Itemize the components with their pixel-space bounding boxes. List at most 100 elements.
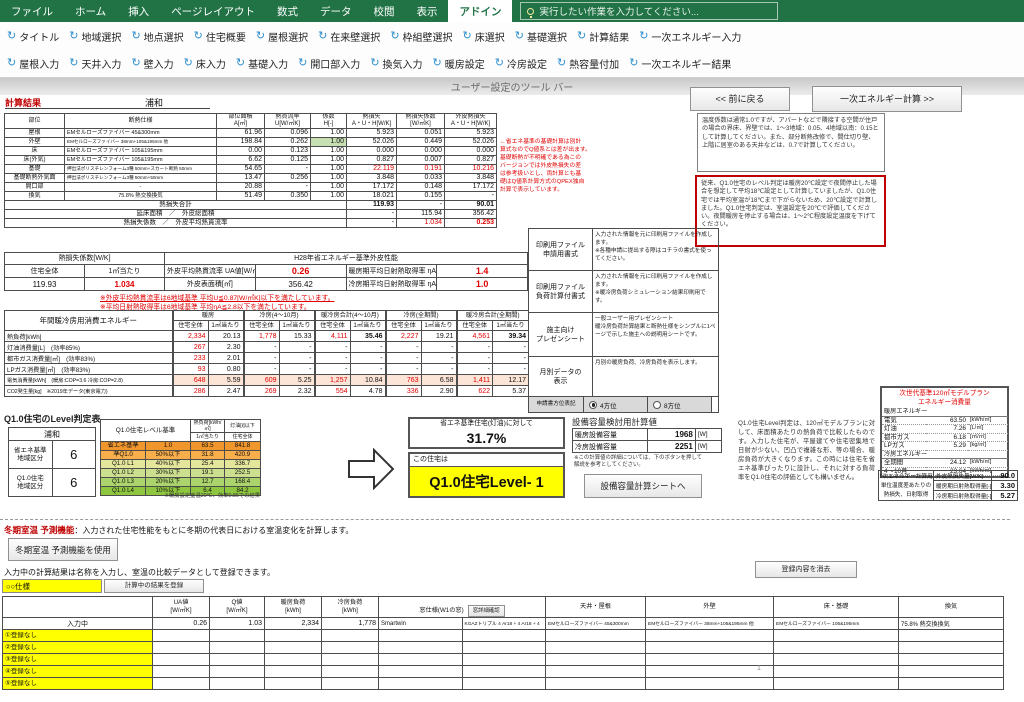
addin-item[interactable]: 在来壁選択	[313, 29, 385, 44]
cell: 外皮熱損失量[W/K]	[934, 471, 992, 481]
cell: KGAZトリプル 4 Ar18 + 4 Ar18 + 4	[462, 618, 546, 630]
cell: 24.12	[926, 459, 968, 468]
cell: 冷房期平均日射熱取得率 ηAC値[-]	[346, 278, 437, 291]
tell-me-search-input[interactable]: 実行したい作業を入力してください...	[520, 2, 778, 20]
addin-item-label: 床選択	[475, 29, 505, 44]
cell	[379, 678, 463, 690]
table-row: ⑤登録なし	[3, 678, 1004, 690]
col-header	[3, 597, 153, 618]
cell: EMセルローズファイバー 45&300mm	[65, 129, 217, 138]
owner-presentation-sheet-button[interactable]: 施主向け プレゼンシート	[529, 313, 593, 356]
radio-option-4dir[interactable]: 4方位	[584, 397, 648, 412]
region-header: 浦和	[9, 428, 96, 441]
addin-item[interactable]: 開口部入力	[293, 56, 365, 71]
cell: 5.37	[493, 386, 529, 397]
cell: 61.96	[217, 129, 265, 138]
addin-item[interactable]: 換気入力	[365, 56, 427, 71]
addin-item[interactable]: 暖房設定	[428, 56, 490, 71]
cell: 13.47	[217, 174, 265, 183]
addin-item[interactable]: 床選択	[458, 29, 510, 44]
addin-item[interactable]: 計算結果	[572, 29, 634, 44]
cell: 90.0	[992, 471, 1018, 481]
addin-item[interactable]: 一次エネルギー入力	[634, 29, 746, 44]
cell: 18.021	[347, 192, 397, 201]
ribbon-tab[interactable]: 表示	[405, 0, 448, 22]
cell: 50%以下	[146, 451, 191, 460]
addin-item-label: 地域選択	[81, 29, 121, 44]
addin-item[interactable]: 一次エネルギー結果	[624, 56, 736, 71]
ribbon-tab-addin[interactable]: アドイン	[448, 0, 512, 22]
monthly-data-button[interactable]: 月別データの 表示	[529, 357, 593, 396]
addin-item[interactable]: タイトル	[2, 29, 64, 44]
col-header: 熱損失 A・U・H[W/K]	[347, 114, 397, 129]
cell: Q1.0住宅 地域区分	[9, 469, 53, 497]
addin-item[interactable]: 住宅概要	[189, 29, 251, 44]
spec-name-input[interactable]: ○○仕様	[2, 579, 102, 593]
capacity-sheet-button[interactable]: 設備容量計算シートへ	[584, 474, 702, 498]
unit-values-table: 外皮熱損失量[W/K]90.0暖房期日射熱取得量[-]3.30冷房期日射熱取得量…	[933, 470, 1018, 501]
table-row: 基礎押出法ポリスチレンフォーム3種 50mm+スカート断熱 50mm54.65-…	[5, 165, 497, 174]
comparison-body: 入力中0.261.032,3341,778SmartwinKGAZトリプル 4 …	[3, 618, 1004, 690]
cell: 20.88	[217, 183, 265, 192]
register-result-button[interactable]: 計算中の結果を登録	[104, 579, 204, 593]
back-button[interactable]: << 前に戻る	[690, 87, 790, 111]
cell	[265, 666, 322, 678]
cell: 準Q1.0	[101, 451, 146, 460]
print-application-form-button[interactable]: 印刷用ファイル 申請用書式	[529, 229, 593, 270]
macro-icon	[131, 31, 140, 42]
cell: 356.42	[445, 210, 497, 219]
ribbon-tab[interactable]: 挿入	[117, 0, 160, 22]
cell	[322, 666, 379, 678]
ribbon-tab[interactable]: 校閲	[362, 0, 405, 22]
window-detail-button[interactable]: 窓詳細確認	[468, 605, 505, 617]
cell: ④登録なし	[3, 666, 153, 678]
cell: 420.9	[225, 451, 261, 460]
cell: 基礎断熱外気面	[5, 174, 65, 183]
cell: 39.34	[493, 331, 529, 342]
cell	[379, 654, 463, 666]
cell	[153, 654, 210, 666]
cell: 1.0	[146, 442, 191, 451]
ribbon-tab[interactable]: ページレイアウト	[160, 0, 266, 22]
cell: 0.350	[265, 192, 311, 201]
cell: 35.46	[350, 331, 386, 342]
ribbon-tab[interactable]: ホーム	[64, 0, 117, 22]
cell: 電気	[882, 416, 926, 425]
cell: 6.62	[217, 156, 265, 165]
ribbon-tab-file[interactable]: ファイル	[0, 0, 64, 22]
radio-option-8dir[interactable]: 8方位	[648, 397, 712, 412]
clear-registration-button[interactable]: 登録内容を消去	[755, 561, 857, 578]
primary-energy-calc-button[interactable]: 一次エネルギー計算 >>	[812, 86, 962, 112]
ribbon-tab[interactable]: データ	[309, 0, 363, 22]
addin-item[interactable]: 壁入力	[126, 56, 178, 71]
addin-item[interactable]: 熱容量付加	[552, 56, 624, 71]
macro-icon	[236, 58, 245, 69]
addin-item[interactable]: 地点選択	[126, 29, 188, 44]
addin-item[interactable]: 枠組壁選択	[385, 29, 457, 44]
cell: [kWh/㎡]	[968, 416, 1008, 425]
print-load-calc-form-button[interactable]: 印刷用ファイル 負荷計算付書式	[529, 271, 593, 312]
window-spec-label: 窓仕様(W1の窓)	[419, 607, 463, 614]
cell: 19.21	[421, 331, 457, 342]
addin-item[interactable]: 冷房設定	[490, 56, 552, 71]
addin-item[interactable]: 床入力	[179, 56, 231, 71]
table-row: 床(外気)EMセルローズファイバー 105&195mm6.620.1251.00…	[5, 156, 497, 165]
winter-predict-button[interactable]: 冬期室温 予測機能を使用	[8, 538, 118, 561]
addin-item[interactable]: 天井入力	[64, 56, 126, 71]
cell	[210, 630, 265, 642]
addin-item[interactable]: 地域選択	[64, 29, 126, 44]
addin-item[interactable]: 屋根選択	[251, 29, 313, 44]
macro-icon	[463, 31, 472, 42]
table-row: LPガス5.29[kg/㎡]	[882, 442, 1008, 451]
table-row: ①登録なし	[3, 630, 1004, 642]
addin-item[interactable]: 基礎選択	[510, 29, 572, 44]
cell: 4,561	[457, 331, 493, 342]
h28-header: 熱損失係数[W/K] H28年省エネルギー基準外皮性能	[5, 253, 528, 265]
addin-item[interactable]: 屋根入力	[2, 56, 64, 71]
cell	[265, 678, 322, 690]
table-row: 開口部-20.88-1.0017.1720.14817.172	[5, 183, 497, 192]
col-header: 1㎡当たり	[493, 321, 529, 331]
ribbon-tab[interactable]: 数式	[266, 0, 309, 22]
ratio-box: 省エネ基準住宅(灯油)に対して 31.7%	[408, 417, 565, 449]
addin-item[interactable]: 基礎入力	[231, 56, 293, 71]
